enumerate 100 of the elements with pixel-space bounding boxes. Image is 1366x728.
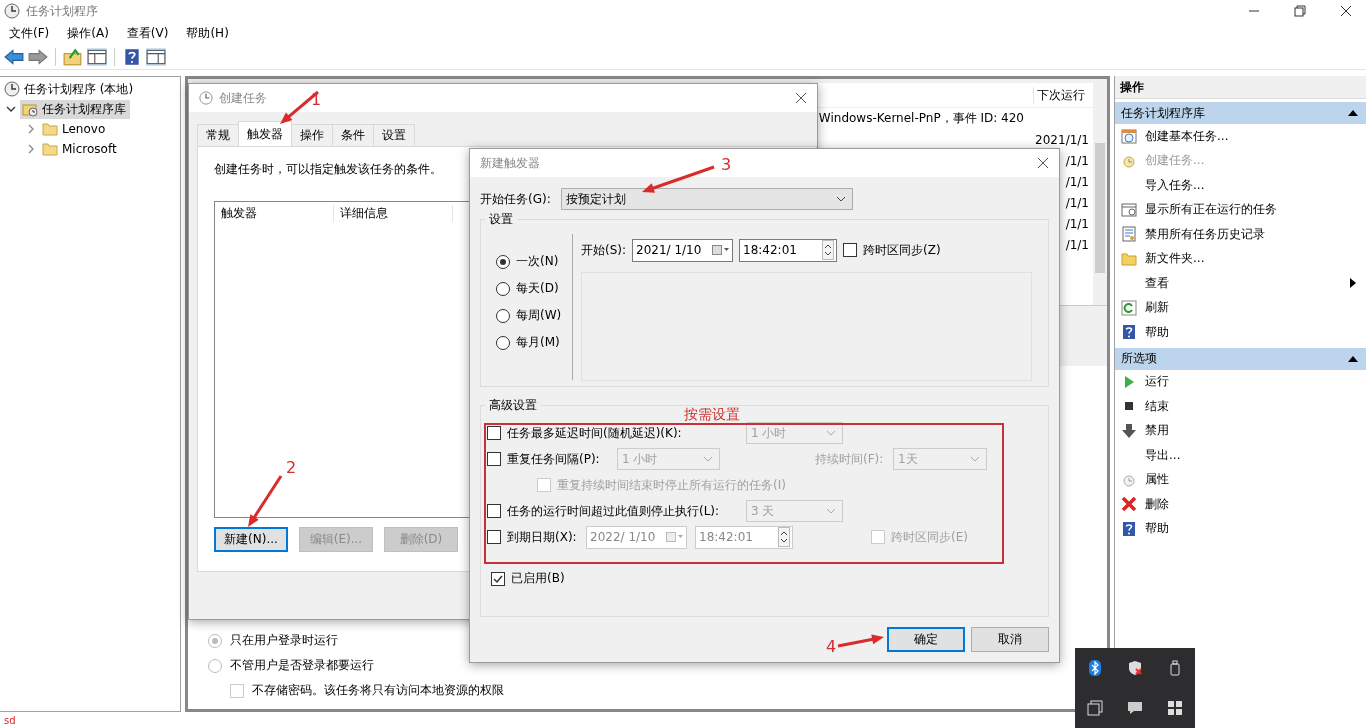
action-item[interactable]: 刷新	[1115, 295, 1366, 320]
close-icon[interactable]	[795, 92, 807, 104]
radio-button[interactable]	[496, 335, 510, 350]
field-label: 持续时间(F):	[815, 450, 885, 468]
down-arrow-icon	[1121, 422, 1137, 439]
action-item[interactable]: 帮助	[1115, 516, 1366, 541]
step-number: 1	[311, 90, 322, 109]
radio-button[interactable]	[208, 633, 222, 648]
column-header[interactable]: 详细信息	[334, 204, 453, 222]
radio-label: 一次(N)	[516, 253, 559, 270]
forward-arrow-icon[interactable]	[28, 48, 48, 66]
annotation-text: 按需设置	[684, 406, 740, 422]
checkbox[interactable]	[487, 530, 501, 544]
radio-label: 只在用户登录时运行	[230, 632, 338, 649]
clock-icon	[199, 91, 213, 105]
checkbox-label: 到期日期(X):	[507, 528, 577, 546]
tab[interactable]: 常规	[197, 124, 239, 146]
shield-icon[interactable]	[1127, 660, 1143, 676]
checkbox[interactable]	[491, 571, 505, 586]
checkbox-label: 不存储密码。该任务将只有访问本地资源的权限	[252, 682, 504, 699]
column-header[interactable]: 下次运行	[1033, 86, 1091, 104]
time-field[interactable]: 18:42:01	[695, 525, 793, 549]
radio-label: 不管用户是否登录都要运行	[230, 657, 374, 674]
panel-icon[interactable]	[87, 48, 107, 66]
action-item[interactable]: 导入任务...	[1115, 173, 1366, 198]
tab[interactable]: 触发器	[238, 121, 292, 146]
radio-label: 每月(M)	[516, 334, 560, 351]
table-cell: 2021/1/1	[1035, 132, 1089, 147]
grid-icon[interactable]	[1167, 700, 1183, 716]
refresh-icon	[1121, 299, 1137, 316]
checkbox[interactable]	[487, 504, 501, 518]
action-item[interactable]: 结束	[1115, 394, 1366, 419]
table-cell: /1/1	[1065, 174, 1089, 189]
menu-item[interactable]: 帮助(H)	[177, 25, 238, 42]
time-field[interactable]: 18:42:01	[739, 238, 838, 262]
close-icon[interactable]	[1037, 157, 1049, 169]
checkbox-label: 跨时区同步(E)	[891, 528, 968, 546]
dialog-button[interactable]: 确定	[887, 627, 965, 652]
window-icon[interactable]	[1087, 700, 1103, 716]
action-item[interactable]: 运行	[1115, 369, 1366, 394]
table-cell: /1/1	[1065, 195, 1089, 210]
pane-title: 操作	[1115, 76, 1366, 99]
checkbox[interactable]	[487, 426, 501, 440]
panel-icon[interactable]	[146, 48, 166, 66]
chevron-down-icon	[970, 456, 980, 462]
action-item[interactable]: 属性	[1115, 467, 1366, 492]
action-item[interactable]: 新文件夹...	[1115, 246, 1366, 271]
menu-item[interactable]: 文件(F)	[0, 25, 59, 42]
dialog-button[interactable]: 取消	[971, 627, 1049, 652]
section-header[interactable]: 所选项	[1115, 347, 1366, 370]
restore-icon[interactable]	[1294, 5, 1306, 17]
action-item[interactable]: 显示所有正在运行的任务	[1115, 197, 1366, 222]
action-item[interactable]: 禁用	[1115, 418, 1366, 443]
radio-button[interactable]	[496, 254, 510, 269]
chat-icon[interactable]	[1127, 700, 1143, 716]
close-icon[interactable]	[1340, 5, 1352, 17]
bluetooth-icon[interactable]	[1087, 660, 1103, 676]
dialog-title: 创建任务	[219, 89, 267, 107]
radio-button[interactable]	[496, 281, 510, 296]
help-icon[interactable]	[122, 48, 142, 66]
action-item[interactable]: 导出...	[1115, 443, 1366, 468]
action-item[interactable]: 帮助	[1115, 320, 1366, 345]
tree-item[interactable]: Lenovo	[40, 120, 110, 138]
arrow	[280, 90, 319, 124]
column-header[interactable]: 触发器	[215, 204, 334, 222]
folder-icon	[42, 121, 58, 137]
action-item[interactable]: 查看	[1115, 271, 1366, 296]
arrow	[837, 634, 884, 648]
checkbox-label: 跨时区同步(Z)	[863, 241, 941, 259]
menu-item[interactable]: 操作(A)	[58, 25, 118, 42]
checkbox[interactable]	[843, 243, 858, 257]
tree-item[interactable]: 任务计划程序 (本地)	[0, 79, 180, 99]
checkbox-label: 任务的运行时间超过此值则停止执行(L):	[507, 502, 720, 520]
action-item[interactable]: 创建基本任务...	[1115, 124, 1366, 149]
table-cell: /1/1	[1065, 153, 1089, 168]
chevron-right-icon[interactable]	[26, 124, 36, 134]
checkbox[interactable]	[487, 452, 501, 466]
scrollbar[interactable]	[1093, 83, 1107, 305]
folder-up-icon[interactable]	[63, 48, 83, 66]
step-number: 4	[826, 637, 837, 656]
usb-drive-icon[interactable]	[1167, 660, 1183, 676]
chevron-down-icon[interactable]	[6, 104, 16, 114]
date-field[interactable]: 2021/ 1/10	[632, 238, 734, 262]
status-text: sd	[4, 714, 16, 726]
tab[interactable]: 设置	[373, 124, 415, 146]
date-field[interactable]: 2022/ 1/10	[586, 525, 687, 549]
dialog-button[interactable]: 新建(N)...	[214, 527, 288, 552]
step-number: 3	[721, 155, 732, 174]
chevron-right-icon[interactable]	[26, 144, 36, 154]
action-item[interactable]: 禁用所有任务历史记录	[1115, 222, 1366, 247]
section-header[interactable]: 任务计划程序库	[1115, 102, 1366, 124]
radio-button[interactable]	[208, 658, 222, 673]
back-arrow-icon[interactable]	[4, 48, 24, 66]
tree-item[interactable]: 任务计划程序库	[20, 99, 130, 119]
tree-item[interactable]: Microsoft	[40, 140, 121, 158]
action-item[interactable]: 删除	[1115, 492, 1366, 517]
menu-item[interactable]: 查看(V)	[117, 25, 178, 42]
delete-icon	[1121, 496, 1137, 513]
dropdown[interactable]: 按预定计划	[561, 188, 853, 210]
radio-button[interactable]	[496, 308, 510, 323]
